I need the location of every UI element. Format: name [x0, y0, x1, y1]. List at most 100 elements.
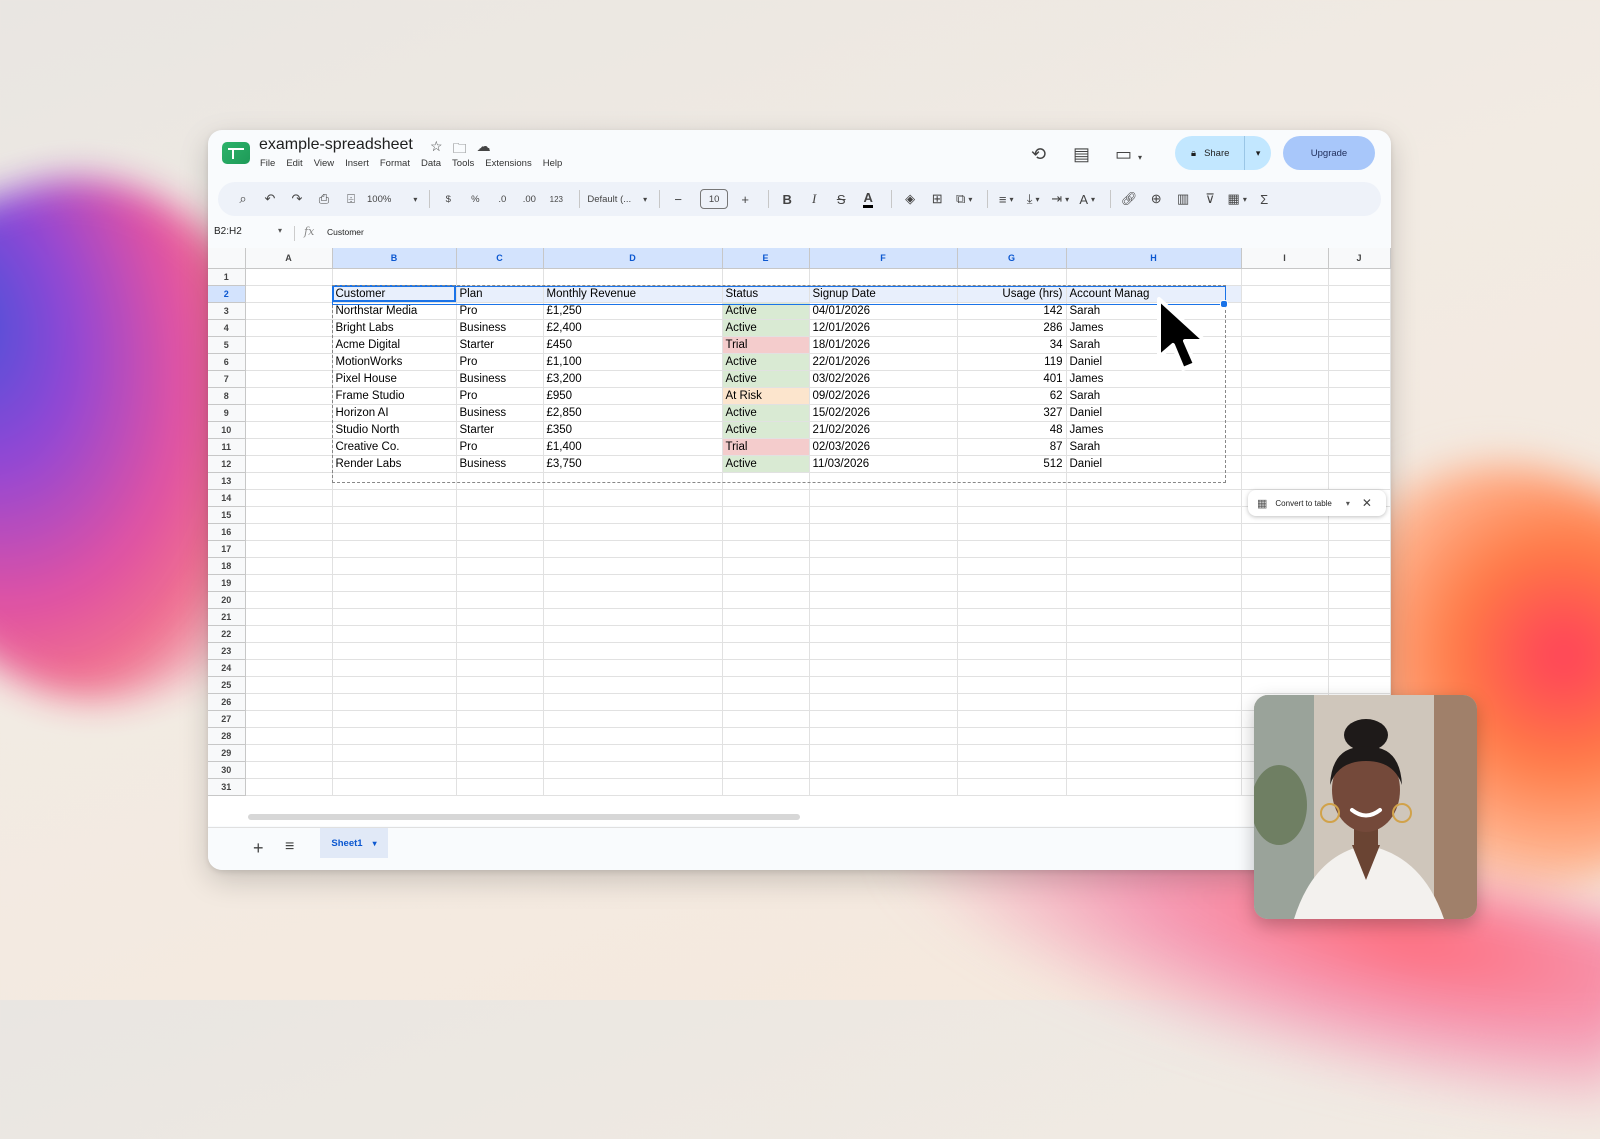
cell[interactable] — [245, 404, 333, 422]
cell[interactable] — [1241, 421, 1329, 439]
cell[interactable] — [332, 268, 457, 286]
cell[interactable]: 18/01/2026 — [809, 336, 958, 354]
cell[interactable]: Business — [456, 370, 544, 388]
cell[interactable] — [957, 540, 1067, 558]
cell[interactable] — [722, 268, 810, 286]
cell[interactable]: Creative Co. — [332, 438, 457, 456]
cell[interactable] — [1241, 353, 1329, 371]
cell[interactable] — [543, 710, 723, 728]
cell[interactable] — [1241, 659, 1329, 677]
cell[interactable] — [332, 574, 457, 592]
cell[interactable] — [1328, 642, 1391, 660]
row-header[interactable]: 7 — [208, 370, 246, 388]
cell[interactable] — [456, 506, 544, 524]
row-header[interactable]: 18 — [208, 557, 246, 575]
cell[interactable] — [1066, 761, 1242, 779]
cell[interactable] — [332, 591, 457, 609]
cell[interactable]: Active — [722, 370, 810, 388]
insert-chart-icon[interactable]: ▥ — [1172, 187, 1194, 211]
currency-format-button[interactable]: $ — [437, 187, 459, 211]
cell[interactable] — [1328, 353, 1391, 371]
cell[interactable] — [1328, 591, 1391, 609]
row-header[interactable]: 2 — [208, 285, 246, 303]
text-color-icon[interactable]: A — [857, 187, 879, 211]
cell[interactable]: 401 — [957, 370, 1067, 388]
row-header[interactable]: 6 — [208, 353, 246, 371]
redo-icon[interactable]: ↷ — [286, 187, 308, 211]
cell[interactable] — [722, 625, 810, 643]
cell[interactable]: £1,100 — [543, 353, 723, 371]
cell[interactable] — [722, 591, 810, 609]
row-header[interactable]: 13 — [208, 472, 246, 490]
name-box-dropdown-icon[interactable]: ▾ — [278, 226, 282, 235]
cell[interactable] — [332, 778, 457, 796]
cell[interactable]: £2,400 — [543, 319, 723, 337]
cell[interactable] — [809, 608, 958, 626]
cell[interactable] — [722, 489, 810, 507]
cell[interactable]: Trial — [722, 438, 810, 456]
cell[interactable] — [332, 727, 457, 745]
cell[interactable] — [245, 540, 333, 558]
cell[interactable] — [1241, 370, 1329, 388]
menu-format[interactable]: Format — [380, 158, 410, 169]
increase-decimal-button[interactable]: .00 — [518, 187, 540, 211]
cell[interactable] — [332, 489, 457, 507]
vertical-align-icon[interactable]: ⤓ ▾ — [1022, 187, 1044, 211]
sheets-logo-icon[interactable] — [222, 142, 250, 164]
row-header[interactable]: 8 — [208, 387, 246, 405]
cell[interactable] — [809, 659, 958, 677]
menu-extensions[interactable]: Extensions — [485, 158, 531, 169]
row-header[interactable]: 9 — [208, 404, 246, 422]
cell[interactable] — [245, 353, 333, 371]
cell[interactable]: Active — [722, 353, 810, 371]
cell[interactable]: Signup Date — [809, 285, 958, 303]
cell[interactable] — [1066, 676, 1242, 694]
cell[interactable] — [1328, 387, 1391, 405]
cell[interactable] — [809, 744, 958, 762]
cell[interactable] — [245, 489, 333, 507]
cell[interactable] — [245, 268, 333, 286]
cell[interactable] — [1241, 472, 1329, 490]
cell[interactable]: £350 — [543, 421, 723, 439]
cell[interactable]: £2,850 — [543, 404, 723, 422]
cell[interactable]: Horizon AI — [332, 404, 457, 422]
cell[interactable]: Active — [722, 302, 810, 320]
share-button[interactable]: 🔒︎ Share ▾ — [1175, 136, 1271, 170]
cell[interactable] — [957, 608, 1067, 626]
cell[interactable] — [332, 659, 457, 677]
cell[interactable] — [722, 727, 810, 745]
cell[interactable] — [332, 506, 457, 524]
italic-icon[interactable]: I — [803, 187, 825, 211]
cell[interactable] — [957, 489, 1067, 507]
cell[interactable]: Daniel — [1066, 404, 1242, 422]
undo-icon[interactable]: ↶ — [259, 187, 281, 211]
cell[interactable] — [456, 625, 544, 643]
cell[interactable] — [809, 472, 958, 490]
cell[interactable]: Render Labs — [332, 455, 457, 473]
cell[interactable] — [245, 557, 333, 575]
cell[interactable] — [957, 727, 1067, 745]
cell[interactable] — [543, 659, 723, 677]
cell[interactable] — [1328, 370, 1391, 388]
row-header[interactable]: 1 — [208, 268, 246, 286]
cell[interactable] — [245, 370, 333, 388]
menu-file[interactable]: File — [260, 158, 275, 169]
cell[interactable] — [245, 642, 333, 660]
cell[interactable] — [1241, 523, 1329, 541]
sheet-tab[interactable]: Sheet1 ▾ — [320, 828, 388, 858]
cell[interactable] — [1241, 591, 1329, 609]
cell[interactable] — [456, 642, 544, 660]
cell[interactable] — [809, 591, 958, 609]
cell[interactable] — [957, 557, 1067, 575]
cell[interactable] — [1066, 506, 1242, 524]
row-header[interactable]: 29 — [208, 744, 246, 762]
cell[interactable] — [1241, 455, 1329, 473]
cell[interactable] — [543, 608, 723, 626]
cell[interactable] — [722, 557, 810, 575]
cell[interactable]: 21/02/2026 — [809, 421, 958, 439]
cell[interactable] — [1241, 268, 1329, 286]
cell[interactable] — [722, 778, 810, 796]
cell[interactable] — [543, 557, 723, 575]
filter-icon[interactable]: ⊽ — [1199, 187, 1221, 211]
insert-link-icon[interactable]: 🔗︎ — [1118, 187, 1140, 211]
